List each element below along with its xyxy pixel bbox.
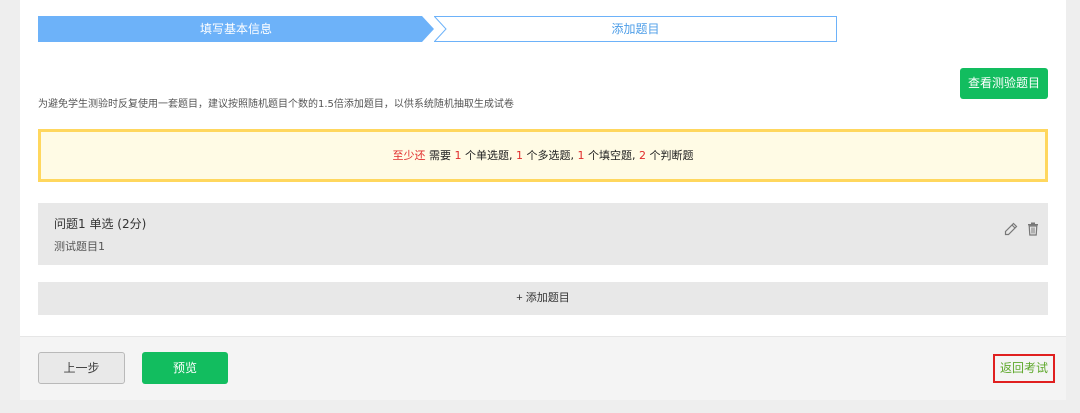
fill-count: 1	[577, 149, 585, 162]
preview-button[interactable]: 预览	[142, 352, 228, 384]
single-label: 个单选题,	[465, 149, 513, 162]
judge-label: 个判断题	[649, 149, 694, 162]
question-title: 问题1 单选 (2分)	[54, 217, 147, 231]
step-basic-info-label: 填写基本信息	[199, 22, 272, 36]
single-count: 1	[454, 149, 462, 162]
step-add-questions-label: 添加题目	[611, 22, 660, 36]
multi-count: 1	[516, 149, 523, 162]
hint-text: 为避免学生测验时反复使用一套题目，建议按照随机题目个数的1.5倍添加题目，以供系…	[38, 99, 514, 110]
requirement-prefix: 至少还	[392, 149, 426, 162]
pencil-icon[interactable]	[1004, 221, 1018, 240]
previous-step-button[interactable]: 上一步	[38, 352, 125, 384]
view-quiz-questions-button[interactable]: 查看测验题目	[960, 68, 1048, 99]
trash-icon[interactable]	[1027, 221, 1039, 240]
multi-label: 个多选题,	[526, 149, 575, 162]
requirement-need: 需要	[429, 149, 451, 162]
back-to-exam-link[interactable]: 返回考试	[993, 354, 1055, 383]
step-basic-info[interactable]: 填写基本信息	[38, 16, 434, 42]
question-body: 测试题目1	[54, 240, 105, 253]
question-card: 问题1 单选 (2分) 测试题目1	[38, 203, 1048, 265]
requirement-notice: 至少还 需要 1 个单选题, 1 个多选题, 1 个填空题, 2 个判断题	[38, 129, 1048, 182]
judge-count: 2	[639, 149, 646, 162]
fill-label: 个填空题,	[588, 149, 636, 162]
step-add-questions[interactable]: 添加题目	[434, 16, 837, 42]
add-question-button[interactable]: + 添加题目	[38, 282, 1048, 315]
